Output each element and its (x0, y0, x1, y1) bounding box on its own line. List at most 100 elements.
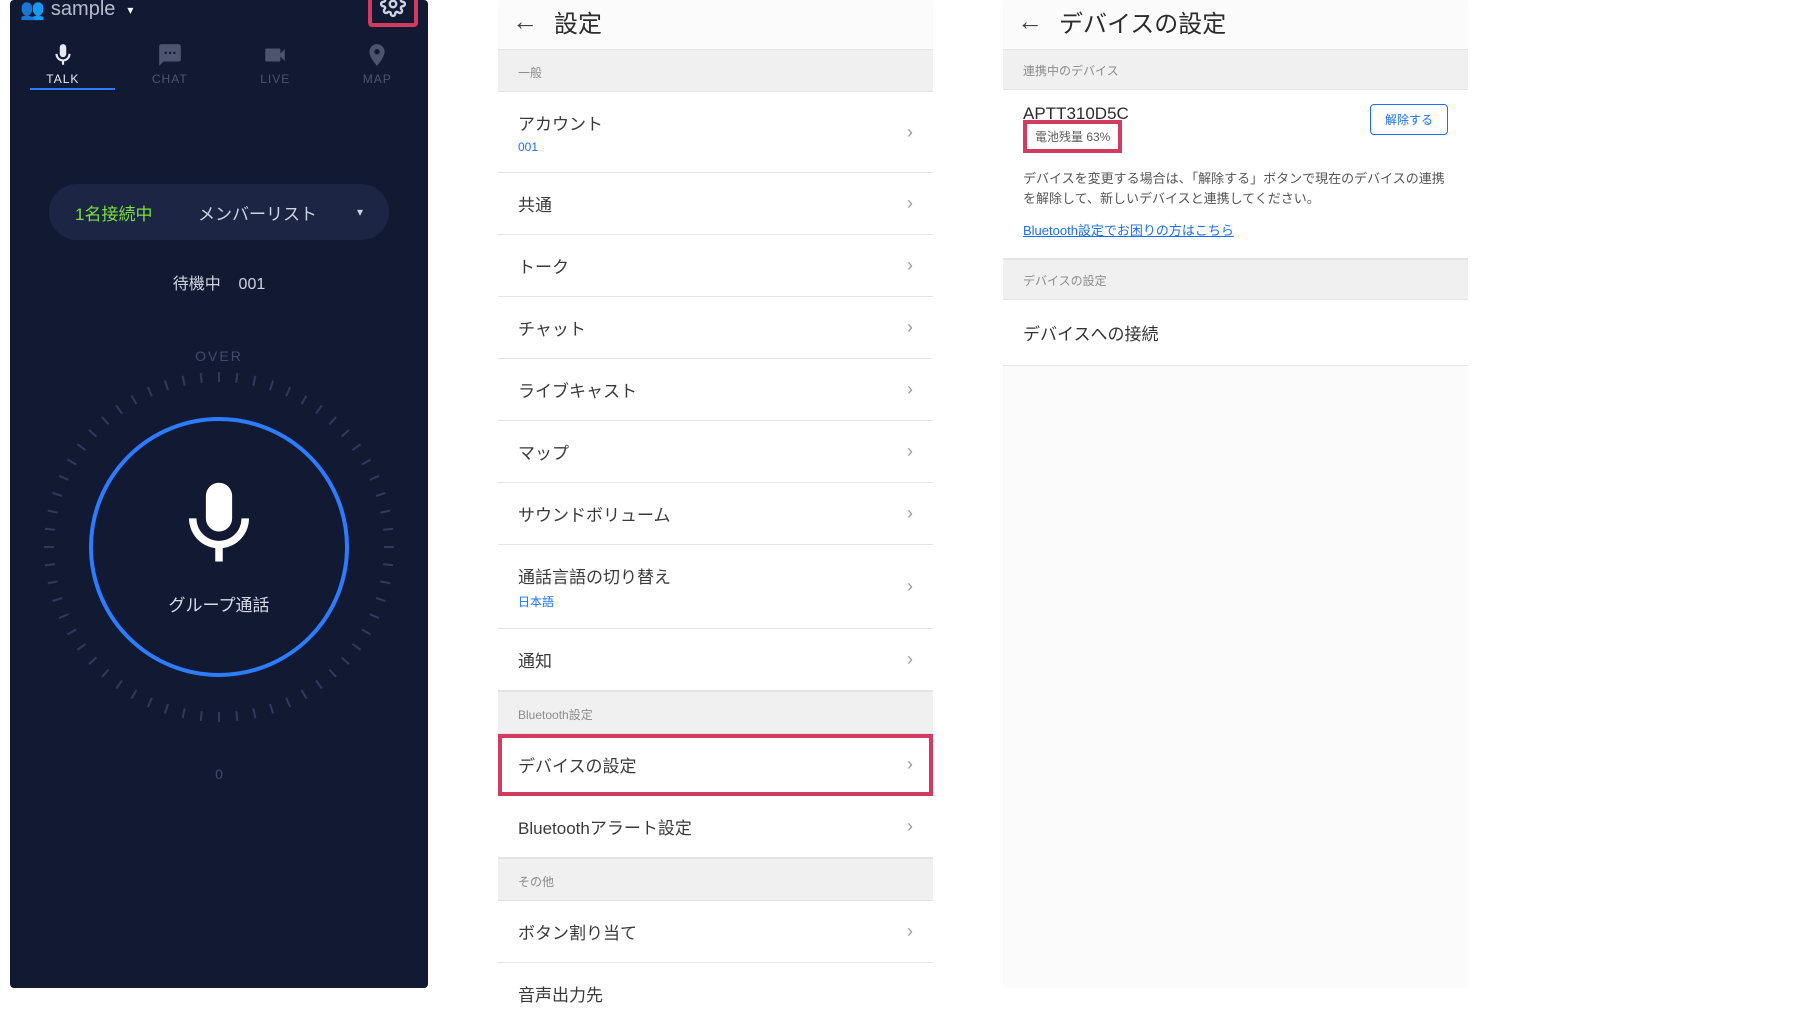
dial-tick (52, 597, 62, 602)
dial-tick (48, 580, 58, 584)
row-talk[interactable]: トーク› (498, 235, 933, 297)
dial-tick (315, 680, 322, 689)
dial-tick (182, 376, 186, 386)
chevron-right-icon: › (907, 503, 913, 524)
row-label: サウンドボリューム (518, 501, 671, 526)
tab-label: TALK (46, 72, 79, 86)
dial-tick (376, 492, 386, 497)
chevron-right-icon: › (907, 441, 913, 462)
back-arrow-icon[interactable]: ← (1017, 6, 1043, 37)
dial-tick (44, 546, 54, 548)
dial-tick (45, 528, 55, 531)
paired-device-block: APTT310D5C 電池残量 63% 解除する デバイスを変更する場合は、「解… (1003, 90, 1468, 259)
row-sound[interactable]: サウンドボリューム › (498, 483, 933, 545)
device-settings-panel: ← デバイスの設定 連携中のデバイス APTT310D5C 電池残量 63% 解… (1003, 0, 1468, 988)
row-livecast[interactable]: ライブキャスト › (498, 359, 933, 421)
row-audio-output[interactable]: 音声出力先 (498, 963, 933, 1024)
row-button-assign[interactable]: ボタン割り当て › (498, 901, 933, 963)
settings-button[interactable] (368, 0, 418, 27)
row-language[interactable]: 通話言語の切り替え 日本語 › (498, 545, 933, 629)
page-title: 設定 (554, 4, 602, 39)
dial-tick (285, 387, 291, 397)
mic-icon (50, 42, 76, 68)
row-map[interactable]: マップ › (498, 421, 933, 483)
dial-tick (352, 643, 361, 650)
chevron-right-icon: › (907, 317, 913, 338)
dial-tick (376, 597, 386, 602)
device-settings-header: ← デバイスの設定 (1003, 0, 1468, 49)
row-label: トーク (518, 253, 569, 278)
tab-map[interactable]: MAP (363, 42, 392, 86)
chevron-right-icon: › (907, 379, 913, 400)
row-label: ボタン割り当て (518, 919, 637, 944)
status-id: 001 (239, 276, 266, 293)
group-name[interactable]: sample (51, 0, 115, 21)
zero-label: 0 (215, 766, 223, 782)
row-chat[interactable]: チャット› (498, 297, 933, 359)
tab-chat[interactable]: CHAT (152, 42, 188, 86)
status-label: 待機中 (173, 276, 221, 293)
dial-tick (48, 510, 58, 514)
row-label: 共通 (518, 191, 552, 216)
dial-tick (329, 669, 337, 678)
status-row: 待機中 001 (10, 270, 428, 294)
dial-tick (67, 459, 77, 466)
call-label: グループ通話 (169, 591, 270, 616)
chat-icon (157, 42, 183, 68)
mic-icon (174, 479, 264, 569)
dial-tick (369, 613, 379, 619)
chevron-right-icon: › (907, 649, 913, 670)
dial-tick (182, 708, 186, 718)
chevron-right-icon: › (907, 816, 913, 837)
over-label: OVER (195, 348, 243, 364)
row-sub: 日本語 (518, 593, 671, 610)
tab-talk[interactable]: TALK (46, 42, 79, 86)
chevron-down-icon: ▾ (357, 205, 363, 219)
row-bt-alert[interactable]: Bluetoothアラート設定 › (498, 796, 933, 858)
dial-tick (218, 372, 220, 382)
dial-tick (285, 697, 291, 707)
chevron-right-icon: › (907, 576, 913, 597)
pin-icon (364, 42, 390, 68)
row-sub: 001 (518, 140, 603, 154)
dial-tick (77, 443, 86, 450)
row-notify[interactable]: 通知› (498, 629, 933, 691)
ptt-button[interactable]: グループ通話 (89, 417, 349, 677)
tab-live[interactable]: LIVE (260, 42, 290, 86)
dial-tick (131, 689, 138, 699)
dial-tick (252, 708, 256, 718)
dial-tick (131, 395, 138, 405)
chevron-right-icon: › (907, 122, 913, 143)
dial-tick (361, 629, 371, 636)
connection-count: 1名接続中 (75, 200, 152, 225)
connection-pill[interactable]: 1名接続中 メンバーリスト ▾ (49, 184, 389, 240)
back-arrow-icon[interactable]: ← (512, 6, 538, 37)
dial-tick (383, 563, 393, 566)
ptt-dial: OVER グループ通話 0 (44, 342, 394, 782)
dial-tick (115, 680, 122, 689)
row-device-connect[interactable]: デバイスへの接続 (1003, 300, 1468, 366)
bluetooth-help-link[interactable]: Bluetooth設定でお困りの方はこちら (1023, 220, 1234, 239)
row-device-settings[interactable]: デバイスの設定› (498, 734, 933, 796)
chevron-right-icon: › (907, 921, 913, 942)
video-icon (262, 42, 288, 68)
dial-tick (235, 711, 238, 721)
dial-tick (329, 416, 337, 425)
row-label: ライブキャスト (518, 377, 637, 402)
dial-tick (369, 475, 379, 481)
chevron-down-icon[interactable]: ▾ (127, 3, 133, 17)
unpair-button[interactable]: 解除する (1370, 104, 1448, 135)
row-label: Bluetoothアラート設定 (518, 814, 692, 839)
row-account[interactable]: アカウント 001 › (498, 92, 933, 173)
row-common[interactable]: 共通› (498, 173, 933, 235)
dial-tick (269, 704, 274, 714)
dial-tick (88, 657, 97, 665)
dial-tick (88, 429, 97, 437)
row-label: マップ (518, 439, 569, 464)
section-other: その他 (498, 858, 933, 901)
settings-header: ← 設定 (498, 0, 933, 49)
dial-tick (383, 528, 393, 531)
chevron-right-icon: › (907, 754, 913, 775)
dial-tick (301, 689, 308, 699)
dial-tick (352, 443, 361, 450)
